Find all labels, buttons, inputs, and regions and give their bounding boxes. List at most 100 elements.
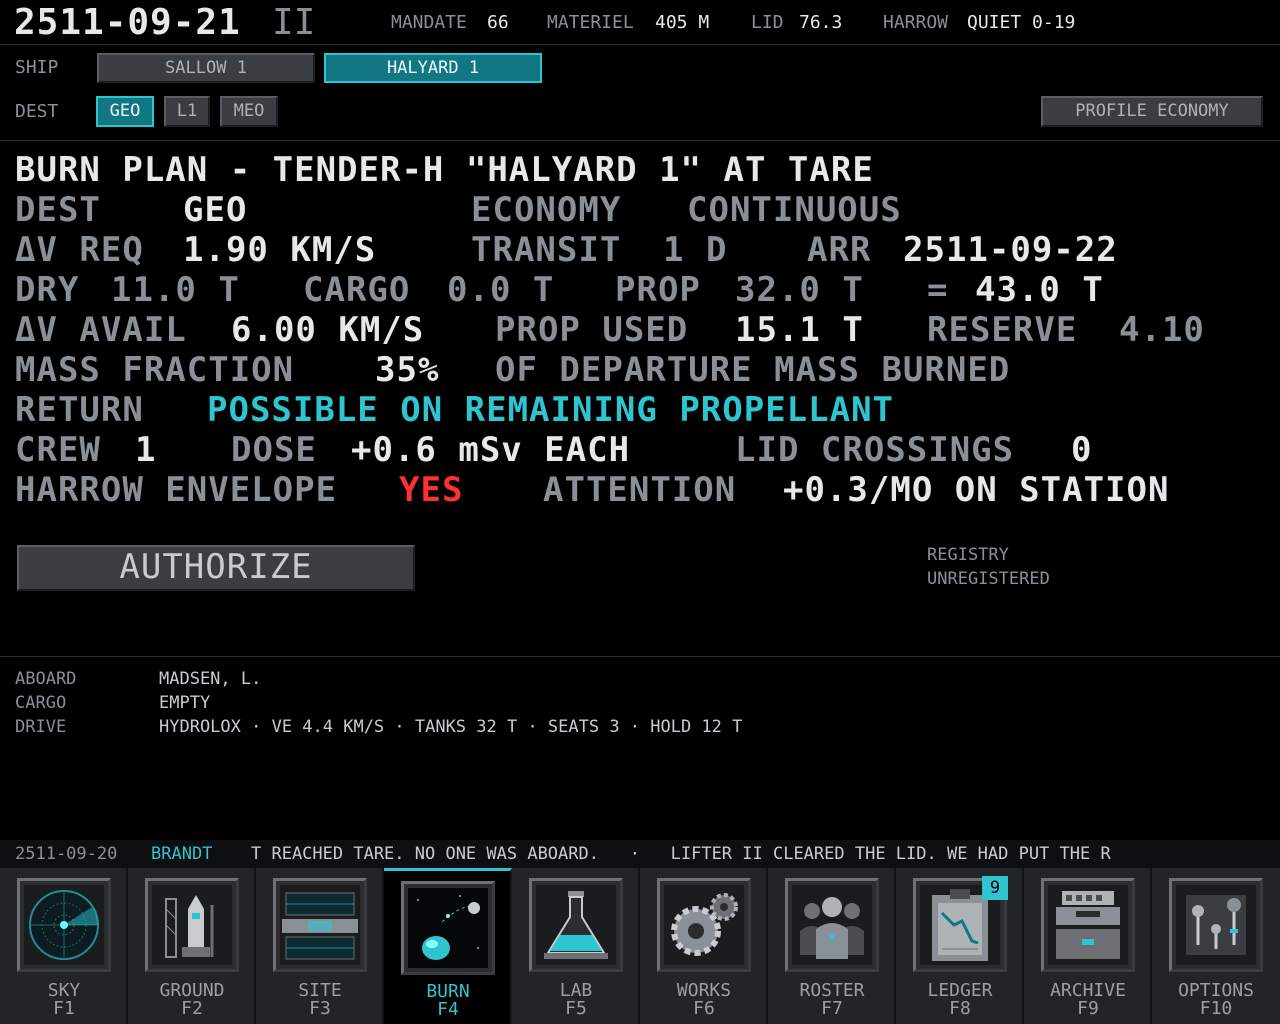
harrow-envelope-value: YES [399, 470, 464, 510]
dv-req-value: 1.90 KM/S [183, 230, 377, 270]
dock-tab-options[interactable]: OPTIONS F10 [1152, 868, 1280, 1024]
launch-tower-icon [145, 878, 239, 972]
registry-label: REGISTRY [927, 545, 1009, 565]
era-marker: II [272, 2, 316, 43]
aboard-label: ABOARD [15, 669, 77, 689]
dock-key: F7 [821, 998, 843, 1019]
dest-option-geo[interactable]: GEO [96, 96, 154, 127]
dv-req-label: ΔV REQ [15, 230, 144, 270]
ledger-notification-badge: 9 [982, 876, 1008, 900]
dock-tab-archive[interactable]: ARCHIVE F9 [1024, 868, 1152, 1024]
dock-tab-ground[interactable]: GROUND F2 [128, 868, 256, 1024]
transit-value: 1 D [663, 230, 728, 270]
return-value: POSSIBLE ON REMAINING PROPELLANT [207, 390, 895, 430]
mandate-label: MANDATE [391, 12, 467, 33]
registry-value: UNREGISTERED [927, 569, 1050, 589]
authorize-button-label: AUTHORIZE [119, 547, 313, 587]
drive-label: DRIVE [15, 717, 67, 737]
dock-key: F6 [693, 998, 715, 1019]
lid-crossings-label: LID CROSSINGS [735, 430, 1015, 470]
dock-key: F8 [949, 998, 971, 1019]
news-ticker: 2511-09-20 BRANDT T REACHED TARE. NO ONE… [0, 840, 1280, 868]
dest-row-value: GEO [183, 190, 248, 230]
total-equals: = [927, 270, 949, 310]
top-status-bar: 2511-09-21 II MANDATE 66 MATERIEL 405 M … [0, 0, 1280, 44]
total-mass-value: 43.0 T [975, 270, 1104, 310]
burn-plan-title: BURN PLAN - TENDER-H "HALYARD 1" AT TARE [15, 150, 874, 190]
mode-value: CONTINUOUS [687, 190, 902, 230]
cargo-info-label: CARGO [15, 693, 67, 713]
station-icon [273, 878, 367, 972]
current-date: 2511-09-21 [14, 2, 241, 43]
dock-key: F5 [565, 998, 587, 1019]
attention-value: +0.3/MO ON STATION [783, 470, 1170, 510]
transit-label: TRANSIT [471, 230, 622, 270]
dock-key: F10 [1199, 998, 1233, 1019]
flask-icon [529, 878, 623, 972]
mass-fraction-suffix: OF DEPARTURE MASS BURNED [495, 350, 1011, 390]
arrival-value: 2511-09-22 [903, 230, 1118, 270]
lid-label: LID [751, 12, 784, 33]
profile-value: ECONOMY [471, 190, 622, 230]
dock-tab-roster[interactable]: ROSTER F7 [768, 868, 896, 1024]
reserve-label: RESERVE [927, 310, 1078, 350]
prop-value: 32.0 T [735, 270, 864, 310]
orbit-burn-icon [401, 881, 495, 975]
authorize-button[interactable]: AUTHORIZE [17, 545, 415, 591]
dest-option-label: L1 [176, 101, 198, 121]
prop-used-label: PROP USED [495, 310, 689, 350]
dock-tab-site[interactable]: SITE F3 [256, 868, 384, 1024]
crew-label: CREW [15, 430, 101, 470]
mass-fraction-value: 35% [375, 350, 440, 390]
dest-label: DEST [15, 101, 59, 122]
ship-option-label: HALYARD 1 [386, 58, 480, 78]
dock-key: F2 [181, 998, 203, 1019]
cargo-info-value: EMPTY [159, 693, 211, 713]
dock-key: F9 [1077, 998, 1099, 1019]
prop-label: PROP [615, 270, 701, 310]
cargo-value: 0.0 T [447, 270, 555, 310]
dock-key: F3 [309, 998, 331, 1019]
dest-option-l1[interactable]: L1 [164, 96, 210, 127]
harrow-label: HARROW [883, 12, 949, 33]
dock-tab-works[interactable]: WORKS F6 [640, 868, 768, 1024]
dose-label: DOSE [231, 430, 317, 470]
profile-button-label: PROFILE ECONOMY [1075, 101, 1229, 121]
return-label: RETURN [15, 390, 144, 430]
crew-value: 1 [135, 430, 157, 470]
ticker-name: BRANDT [151, 844, 213, 864]
dv-avail-label: ΔV AVAIL [15, 310, 187, 350]
reserve-value: 4.10 [1119, 310, 1205, 350]
dock-tab-sky[interactable]: SKY F1 [0, 868, 128, 1024]
mandate-value: 66 [487, 12, 509, 33]
dock-tab-lab[interactable]: LAB F5 [512, 868, 640, 1024]
attention-label: ATTENTION [543, 470, 737, 510]
levers-icon [1169, 878, 1263, 972]
profile-economy-button[interactable]: PROFILE ECONOMY [1041, 96, 1263, 127]
ship-option-halyard[interactable]: HALYARD 1 [324, 53, 542, 83]
dose-value: +0.6 mSv EACH [351, 430, 631, 470]
harrow-envelope-label: HARROW ENVELOPE [15, 470, 338, 510]
ship-option-sallow[interactable]: SALLOW 1 [97, 53, 315, 83]
dock-key: F4 [437, 999, 459, 1020]
dest-option-meo[interactable]: MEO [220, 96, 278, 127]
ticker-date: 2511-09-20 [15, 844, 118, 864]
dry-value: 11.0 T [111, 270, 240, 310]
mass-fraction-label: MASS FRACTION [15, 350, 295, 390]
drive-value: HYDROLOX · VE 4.4 KM/S · TANKS 32 T · SE… [159, 717, 743, 737]
aboard-value: MADSEN, L. [159, 669, 262, 689]
gears-icon [657, 878, 751, 972]
ship-label: SHIP [15, 57, 59, 78]
lid-value: 76.3 [799, 12, 843, 33]
ship-option-label: SALLOW 1 [165, 58, 247, 78]
dock-tab-burn[interactable]: BURN F4 [384, 868, 512, 1024]
arrival-label: ARR [807, 230, 872, 270]
dv-avail-value: 6.00 KM/S [231, 310, 425, 350]
radar-icon [17, 878, 111, 972]
dock-key: F1 [53, 998, 75, 1019]
function-key-dock: SKY F1 GROUND F2 SITE F3 BURN F4 LAB F5 [0, 868, 1280, 1024]
dest-option-label: MEO [233, 101, 265, 121]
materiel-value: 405 M [655, 12, 710, 33]
crew-icon [785, 878, 879, 972]
dry-label: DRY [15, 270, 80, 310]
